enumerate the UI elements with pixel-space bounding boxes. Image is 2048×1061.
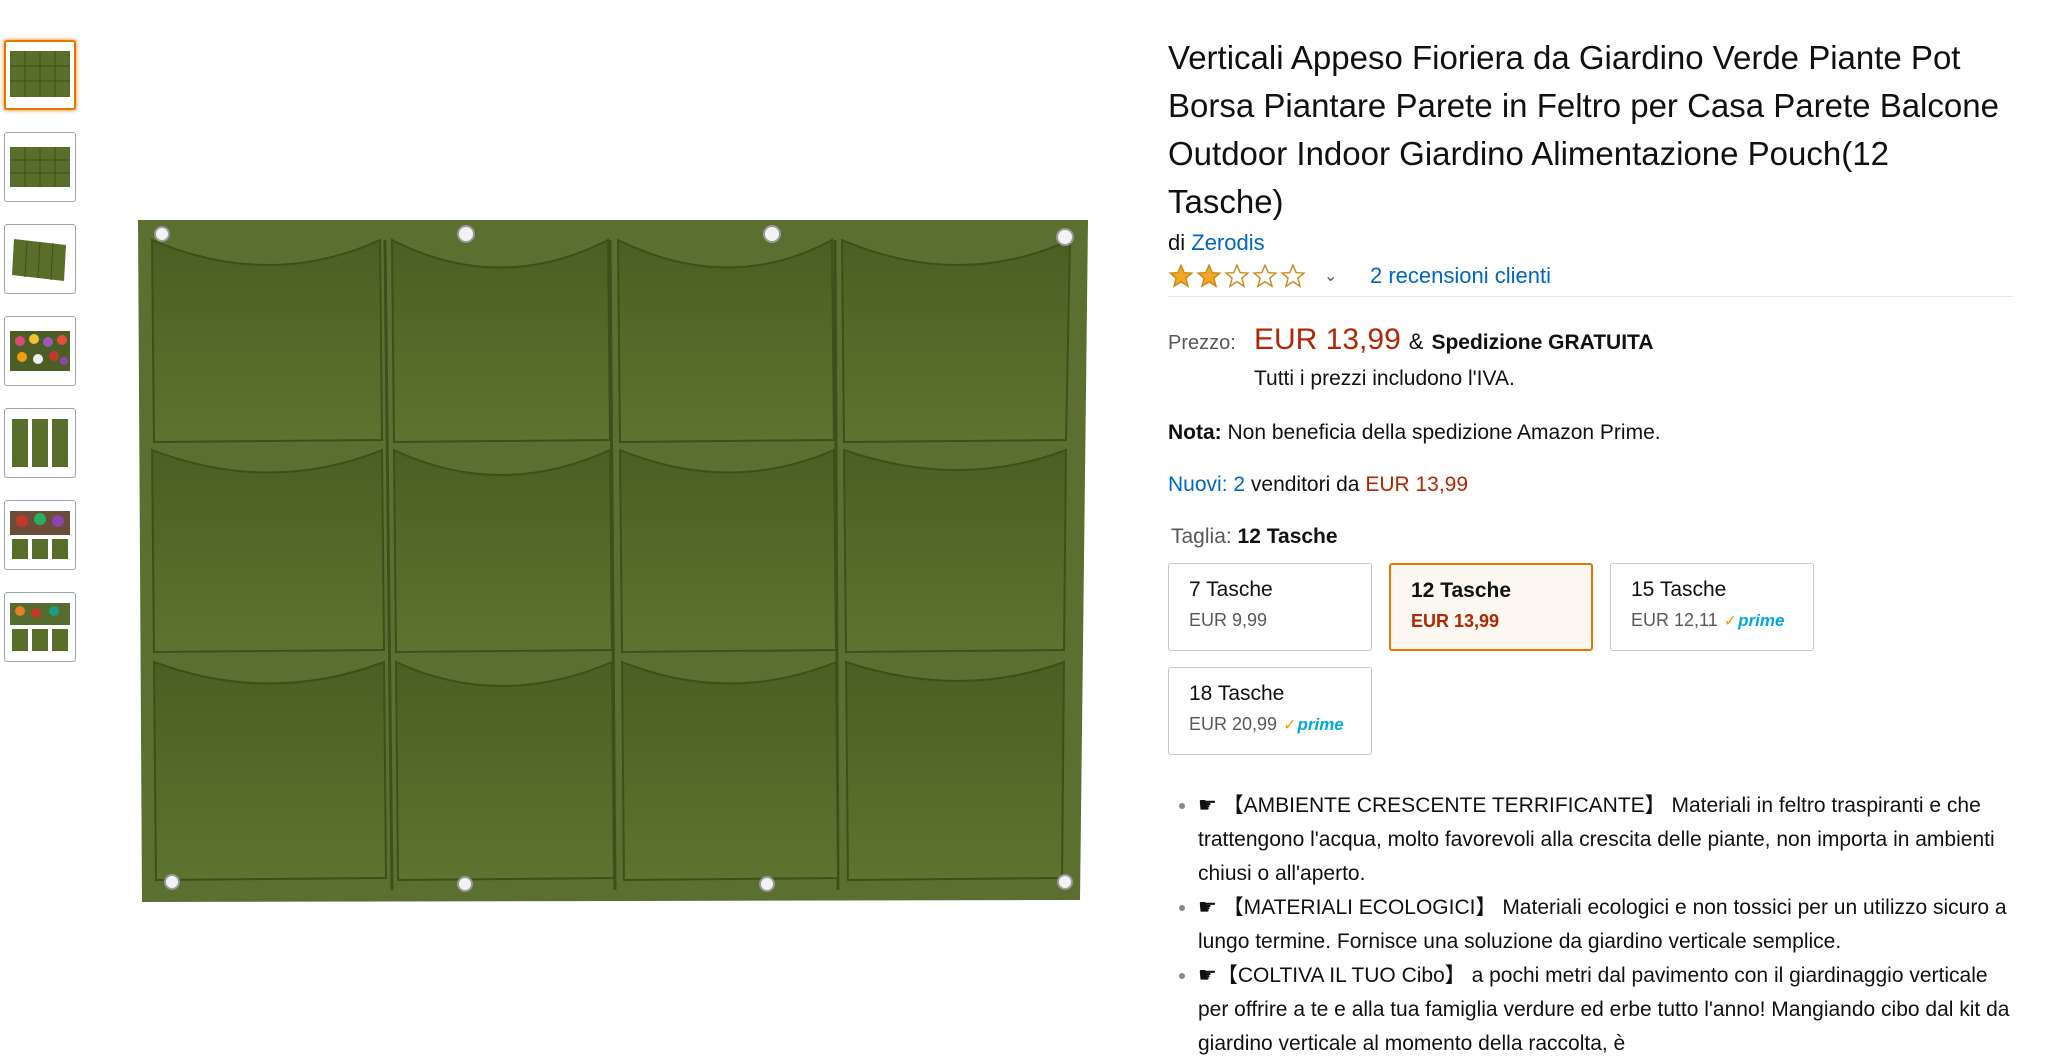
thumbnail-5[interactable]: [4, 408, 76, 478]
reviews-link[interactable]: 2 recensioni clienti: [1370, 263, 1551, 289]
size-selected: 12 Tasche: [1237, 525, 1338, 548]
feature-bullet: ☛ 【MATERIALI ECOLOGICI】 Materiali ecolog…: [1198, 891, 2013, 959]
size-swatches: 7 Tasche EUR 9,99 12 Tasche EUR 13,99 15…: [1168, 563, 1868, 771]
size-option-name: 12 Tasche: [1411, 579, 1512, 602]
prime-badge-icon: ✓ prime: [1283, 714, 1344, 734]
main-product-image[interactable]: [130, 210, 1090, 910]
offers-text: venditori da: [1250, 473, 1360, 496]
star-empty-icon: [1252, 263, 1278, 288]
thumbnail-list: [4, 40, 80, 684]
note-text: Non beneficia della spedizione Amazon Pr…: [1227, 421, 1661, 444]
size-option-7[interactable]: 7 Tasche EUR 9,99: [1168, 563, 1372, 651]
thumbnail-2[interactable]: [4, 132, 76, 202]
thumbnail-7[interactable]: [4, 592, 76, 662]
price-row: Prezzo: EUR 13,99 & Spedizione GRATUITA: [1168, 323, 2013, 357]
size-option-price: EUR 20,99 ✓ prime: [1189, 714, 1344, 734]
price-value: EUR 13,99: [1254, 323, 1401, 356]
size-option-name: 18 Tasche: [1189, 682, 1285, 705]
by-prefix: di: [1168, 230, 1186, 255]
star-rating[interactable]: [1168, 263, 1306, 289]
byline: di Zerodis: [1168, 230, 2013, 256]
offers-row: Nuovi: 2 venditori da EUR 13,99: [1168, 473, 2013, 497]
star-empty-icon: [1280, 263, 1306, 288]
star-filled-icon: [1196, 263, 1222, 288]
product-title: Verticali Appeso Fioriera da Giardino Ve…: [1168, 39, 1999, 220]
brand-link[interactable]: Zerodis: [1191, 230, 1264, 255]
thumbnail-3[interactable]: [4, 224, 76, 294]
offers-price: EUR 13,99: [1365, 473, 1469, 496]
thumbnail-1[interactable]: [4, 40, 76, 110]
size-option-12[interactable]: 12 Tasche EUR 13,99: [1389, 563, 1593, 651]
prime-badge-icon: ✓ prime: [1723, 610, 1785, 630]
size-label: Taglia:: [1171, 525, 1232, 548]
size-option-18[interactable]: 18 Tasche EUR 20,99 ✓ prime: [1168, 667, 1372, 755]
prime-note: Nota: Non beneficia della spedizione Ama…: [1168, 421, 2013, 445]
size-label-row: Taglia: 12 Tasche: [1168, 525, 2013, 549]
new-offers-link[interactable]: Nuovi: 2: [1168, 473, 1245, 496]
thumbnail-6[interactable]: [4, 500, 76, 570]
size-option-name: 7 Tasche: [1189, 578, 1273, 601]
size-option-price: EUR 13,99: [1411, 611, 1500, 631]
size-option-price: EUR 12,11 ✓ prime: [1631, 610, 1785, 630]
size-option-name: 15 Tasche: [1631, 578, 1727, 601]
size-option-price: EUR 9,99: [1189, 610, 1268, 630]
product-info: Verticali Appeso Fioriera da Giardino Ve…: [1168, 34, 2013, 1061]
star-empty-icon: [1224, 263, 1250, 288]
thumbnail-4[interactable]: [4, 316, 76, 386]
chevron-down-icon[interactable]: ⌄: [1324, 266, 1344, 286]
star-filled-icon: [1168, 263, 1194, 288]
size-option-15[interactable]: 15 Tasche EUR 12,11 ✓ prime: [1610, 563, 1814, 651]
rating-row: ⌄ 2 recensioni clienti: [1168, 256, 2013, 297]
price-label: Prezzo:: [1168, 332, 1236, 354]
note-label: Nota:: [1168, 421, 1222, 444]
feature-bullet: ☛ 【AMBIENTE CRESCENTE TERRIFICANTE】 Mate…: [1198, 789, 2013, 891]
vat-note: Tutti i prezzi includono l'IVA.: [1254, 367, 1515, 390]
price-ampersand: &: [1408, 329, 1424, 354]
feature-bullets: ☛ 【AMBIENTE CRESCENTE TERRIFICANTE】 Mate…: [1168, 789, 2013, 1061]
free-shipping-label: Spedizione GRATUITA: [1431, 331, 1654, 354]
